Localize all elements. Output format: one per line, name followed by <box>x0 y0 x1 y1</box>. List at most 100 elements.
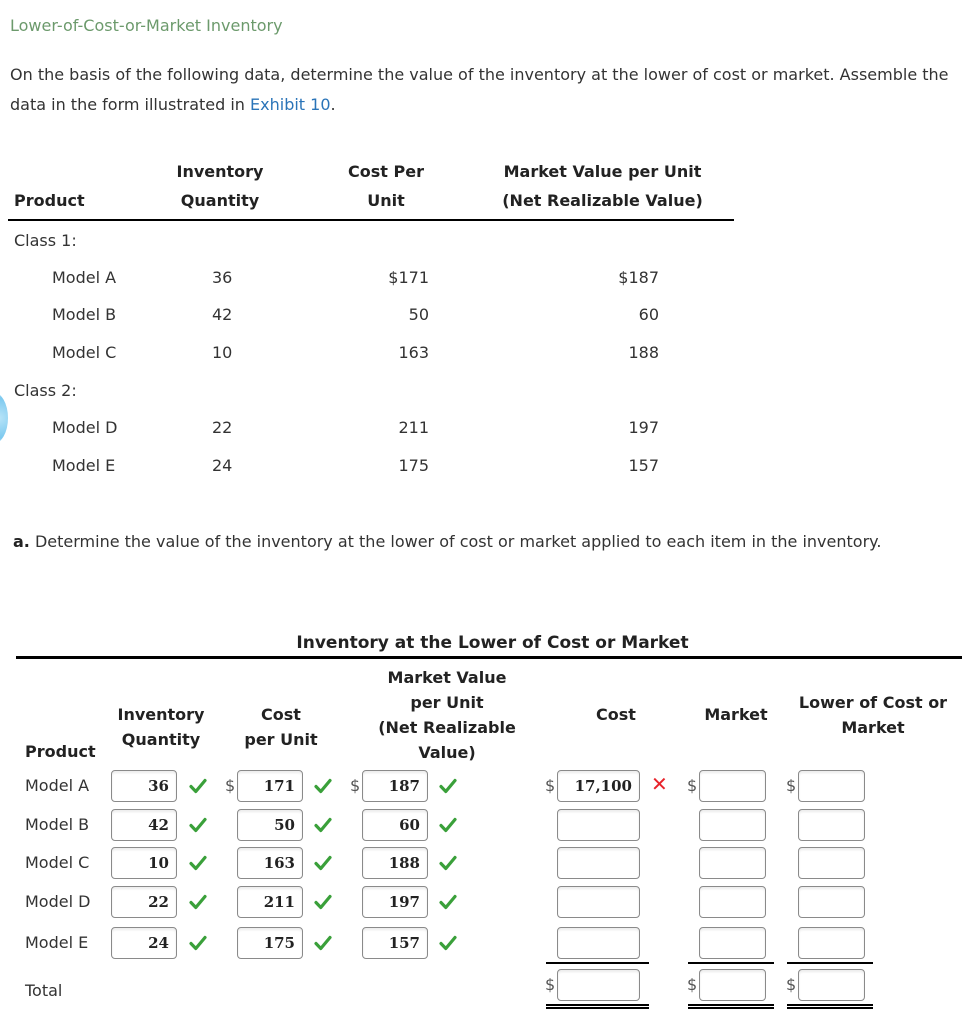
correct-check-icon <box>189 855 207 871</box>
market-total-double-rule-bottom <box>688 1007 774 1009</box>
col-header-market-line2: (Net Realizable Value) <box>502 191 703 210</box>
correct-check-icon <box>439 894 457 910</box>
data-row-cost: 211 <box>398 418 429 437</box>
cost-per-unit-input[interactable] <box>237 847 303 879</box>
cost-input[interactable] <box>557 927 640 959</box>
cost-input[interactable] <box>557 809 640 841</box>
cpu-dollar: $ <box>225 776 236 795</box>
intro-text: On the basis of the following data, dete… <box>10 65 949 114</box>
data-row-qty: 36 <box>212 268 233 287</box>
market-input[interactable] <box>699 847 766 879</box>
ans-header-lcm: Lower of Cost or Market <box>792 690 954 740</box>
cost-input[interactable] <box>557 770 640 802</box>
lcm-total-double-rule-bottom <box>787 1007 873 1009</box>
ans-header-qty-line2: Quantity <box>121 730 201 749</box>
page-title: Lower-of-Cost-or-Market Inventory <box>10 16 283 35</box>
class-1-label: Class 1: <box>14 231 77 250</box>
lcm-input[interactable] <box>798 809 865 841</box>
qty-input[interactable] <box>111 847 177 879</box>
market-total-double-rule-top <box>688 1004 774 1006</box>
qty-input[interactable] <box>111 809 177 841</box>
answer-row-product: Model E <box>25 933 89 952</box>
data-row-market: 60 <box>638 305 659 324</box>
ans-header-cost: Cost <box>596 705 636 724</box>
correct-check-icon <box>439 935 457 951</box>
total-lcm-input[interactable] <box>798 969 865 1001</box>
lcm-input[interactable] <box>798 886 865 918</box>
qty-input[interactable] <box>111 886 177 918</box>
data-row-product: Model C <box>52 343 117 362</box>
qty-input[interactable] <box>111 927 177 959</box>
lcm-total-double-rule-top <box>787 1004 873 1006</box>
correct-check-icon <box>189 778 207 794</box>
ans-header-mpu-line2: per Unit <box>410 693 484 712</box>
col-header-qty-line2: Quantity <box>180 191 260 210</box>
ans-header-mpu-line1: Market Value <box>387 668 507 687</box>
market-per-unit-input[interactable] <box>362 770 428 802</box>
col-header-cost: Cost Per Unit <box>326 157 446 215</box>
ans-header-product: Product <box>25 742 96 761</box>
data-row-cost: 175 <box>398 456 429 475</box>
col-header-qty: Inventory Quantity <box>160 157 280 215</box>
cost-per-unit-input[interactable] <box>237 927 303 959</box>
correct-check-icon <box>314 778 332 794</box>
data-row-qty: 24 <box>212 456 233 475</box>
cost-per-unit-input[interactable] <box>237 809 303 841</box>
data-row-cost: 163 <box>398 343 429 362</box>
total-cost-dollar: $ <box>545 975 556 994</box>
cost-input[interactable] <box>557 847 640 879</box>
market-input[interactable] <box>699 770 766 802</box>
data-row-product: Model B <box>52 305 117 324</box>
total-market-dollar: $ <box>687 975 698 994</box>
question-text: Determine the value of the inventory at … <box>29 532 882 551</box>
total-cost-input[interactable] <box>557 969 640 1001</box>
total-lcm-dollar: $ <box>786 975 797 994</box>
total-market-input[interactable] <box>699 969 766 1001</box>
data-row-qty: 10 <box>212 343 233 362</box>
ans-header-market-per-unit: Market Value per Unit (Net Realizable Va… <box>362 665 532 765</box>
intro-paragraph: On the basis of the following data, dete… <box>10 60 970 120</box>
data-row-qty: 42 <box>212 305 233 324</box>
lcm-input[interactable] <box>798 847 865 879</box>
market-subtotal-rule <box>688 962 774 964</box>
cost-per-unit-input[interactable] <box>237 886 303 918</box>
market-per-unit-input[interactable] <box>362 927 428 959</box>
exhibit-link[interactable]: Exhibit 10 <box>250 95 330 114</box>
market-per-unit-input[interactable] <box>362 886 428 918</box>
ans-header-cost-per-unit: Cost per Unit <box>226 702 336 752</box>
col-header-market: Market Value per Unit (Net Realizable Va… <box>480 157 725 215</box>
ans-header-mpu-line4: Value) <box>418 743 476 762</box>
cost-per-unit-input[interactable] <box>237 770 303 802</box>
cost-input[interactable] <box>557 886 640 918</box>
side-feedback-tab[interactable] <box>0 392 8 444</box>
cost-dollar: $ <box>545 776 556 795</box>
answer-title-rule <box>16 656 962 659</box>
incorrect-x-icon: ✕ <box>651 772 668 796</box>
question-a: a. Determine the value of the inventory … <box>13 532 881 551</box>
qty-input[interactable] <box>111 770 177 802</box>
data-row-market: 197 <box>628 418 659 437</box>
market-input[interactable] <box>699 809 766 841</box>
correct-check-icon <box>314 894 332 910</box>
ans-header-qty: Inventory Quantity <box>96 702 226 752</box>
data-row-market: $187 <box>618 268 659 287</box>
col-header-cost-line1: Cost Per <box>348 162 424 181</box>
class-2-label: Class 2: <box>14 381 77 400</box>
lcm-input[interactable] <box>798 927 865 959</box>
cost-subtotal-rule <box>546 962 649 964</box>
answer-row-product: Model C <box>25 853 90 872</box>
market-input[interactable] <box>699 927 766 959</box>
market-input[interactable] <box>699 886 766 918</box>
market-per-unit-input[interactable] <box>362 809 428 841</box>
correct-check-icon <box>189 935 207 951</box>
correct-check-icon <box>314 935 332 951</box>
ans-header-market: Market <box>704 705 768 724</box>
answer-row-product: Model A <box>25 776 90 795</box>
ans-header-lcm-line2: Market <box>841 718 905 737</box>
lcm-input[interactable] <box>798 770 865 802</box>
correct-check-icon <box>189 894 207 910</box>
correct-check-icon <box>439 855 457 871</box>
data-row-market: 157 <box>628 456 659 475</box>
data-row-cost: 50 <box>408 305 429 324</box>
market-per-unit-input[interactable] <box>362 847 428 879</box>
